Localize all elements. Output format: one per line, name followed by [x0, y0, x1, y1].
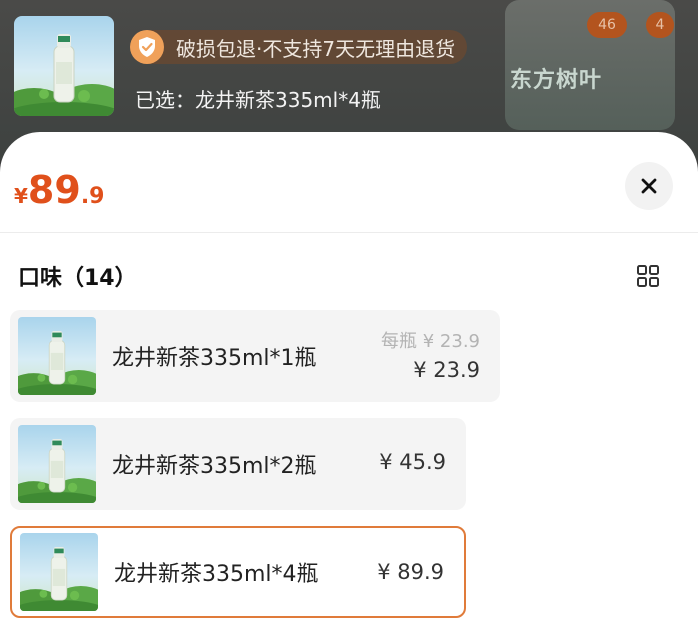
return-policy-notice: 破损包退·不支持7天无理由退货 — [130, 30, 468, 64]
grid-view-icon — [637, 265, 659, 287]
selected-product-image — [14, 16, 114, 116]
option-name: 龙井新茶335ml*2瓶 — [112, 454, 317, 479]
background-bottle-label: 东方树叶 — [510, 68, 603, 93]
price-decimal: .9 — [80, 184, 105, 209]
close-icon — [641, 178, 657, 194]
divider — [0, 232, 698, 233]
option-name: 龙井新茶335ml*4瓶 — [114, 562, 319, 587]
shield-check-icon — [130, 30, 164, 64]
option-name: 龙井新茶335ml*1瓶 — [112, 346, 317, 371]
price-currency: ¥ — [14, 184, 28, 208]
option-price: 每瓶 ¥ 23.9 ¥ 23.9 — [381, 328, 480, 384]
current-price: ¥89.9 — [14, 168, 104, 212]
flavor-option-selected[interactable]: 龙井新茶335ml*4瓶 ¥ 89.9 — [10, 526, 466, 618]
return-policy-text: 破损包退·不支持7天无理由退货 — [176, 36, 456, 61]
sku-selector-sheet: ¥89.9 口味（14） 龙井新茶335ml*1瓶 每瓶 ¥ 23.9 ¥ 23… — [0, 132, 698, 622]
option-product-image — [20, 533, 98, 611]
option-price: ¥ 89.9 — [377, 560, 444, 584]
close-button[interactable] — [625, 162, 673, 210]
background-badge: 4 — [646, 12, 674, 38]
price-integer: 89 — [27, 168, 81, 212]
option-total-price: ¥ 23.9 — [413, 358, 480, 382]
flavor-section-title: 口味（14） — [18, 266, 137, 291]
option-product-image — [18, 425, 96, 503]
background-badge: 46 — [587, 12, 627, 38]
grid-view-button[interactable] — [636, 264, 660, 288]
option-product-image — [18, 317, 96, 395]
flavor-option[interactable]: 龙井新茶335ml*2瓶 ¥ 45.9 — [10, 418, 466, 510]
selected-variant-text: 已选：龙井新茶335ml*4瓶 — [135, 88, 381, 112]
flavor-option[interactable]: 龙井新茶335ml*1瓶 每瓶 ¥ 23.9 ¥ 23.9 — [10, 310, 500, 402]
option-price: ¥ 45.9 — [379, 450, 446, 474]
option-unit-price: 每瓶 ¥ 23.9 — [381, 331, 480, 352]
